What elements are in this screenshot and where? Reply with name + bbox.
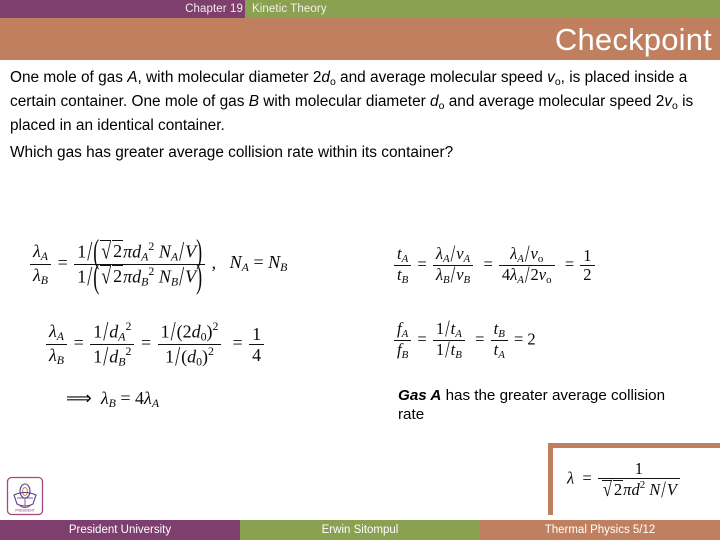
eq4-result: 1 2 <box>580 246 595 285</box>
question-text: One mole of gas A, with molecular diamet… <box>10 68 715 163</box>
equation-time-ratio: tA tB = λA/vA λB/vB = λA/vo 4λA/2vo = 1 … <box>392 239 597 288</box>
footer: President University Erwin Sitompul Ther… <box>0 520 720 540</box>
equation-diameter-ratio: λA λB = 1/dA2 1/dB2 = 1/(2d0)2 1/(d0)2 =… <box>44 316 266 371</box>
answer-text: Gas A has the greater average collision … <box>398 386 678 424</box>
chapter-topic: Kinetic Theory <box>252 3 327 15</box>
q1-t2: , with molecular diameter 2 <box>137 69 322 86</box>
q1-t6: and average molecular speed 2 <box>444 93 665 111</box>
q1-t1: One mole of gas <box>10 69 128 86</box>
eq2-result: 1 4 <box>249 324 265 365</box>
question-paragraph-1: One mole of gas A, with molecular diamet… <box>10 68 715 135</box>
eq1-note: NA = NB <box>229 252 288 275</box>
question-paragraph-2: Which gas has greater average collision … <box>10 144 454 162</box>
q1-t3: and average molecular speed <box>335 69 548 86</box>
slide: Chapter 19 Kinetic Theory Checkpoint One… <box>0 0 720 540</box>
eq1-rhs: 1/(√ 2πdA2 NA/V) 1/(√ 2πdB2 NB/V) <box>74 232 206 295</box>
q1-v2: d <box>321 69 330 86</box>
footer-course-page: Thermal Physics 5/12 <box>480 520 720 540</box>
eq1-lhs: λA λB <box>30 241 52 287</box>
eq5-result: = 2 <box>513 329 536 349</box>
equation-frequency-ratio: fA fB = 1/tA 1/tB = tB tA = 2 <box>392 314 536 363</box>
svg-text:PRESIDENT: PRESIDENT <box>15 509 34 513</box>
footer-author: Erwin Sitompul <box>240 520 480 540</box>
q1-v3: v <box>547 69 555 86</box>
mean-free-path-formula: λ = 1 √ 2πd2 N/V <box>567 459 682 504</box>
equation-mean-free-path-ratio: λA λB = 1/(√ 2πdA2 NA/V) 1/(√ 2πdB2 NB/V) … <box>28 232 288 295</box>
formula-reference-box: λ = 1 √ 2πd2 N/V <box>548 443 720 515</box>
university-logo: PRESIDENT <box>6 476 44 516</box>
q1-v1: A <box>127 69 138 86</box>
footer-institution: President University <box>0 520 240 540</box>
equation-lambda-b-conclusion: ⟹ λB = 4λA <box>66 388 160 411</box>
q1-v5: d <box>430 93 439 111</box>
eq1-equals: = <box>57 252 68 273</box>
chapter-label: Chapter 19 <box>185 3 243 15</box>
answer-bold: Gas A <box>398 387 442 404</box>
q1-v4: B <box>248 93 259 111</box>
page-title: Checkpoint <box>554 22 712 57</box>
q1-t5: with molecular diameter <box>258 93 431 111</box>
eq1-comma: , <box>211 252 226 273</box>
q1-v6: v <box>664 93 673 111</box>
